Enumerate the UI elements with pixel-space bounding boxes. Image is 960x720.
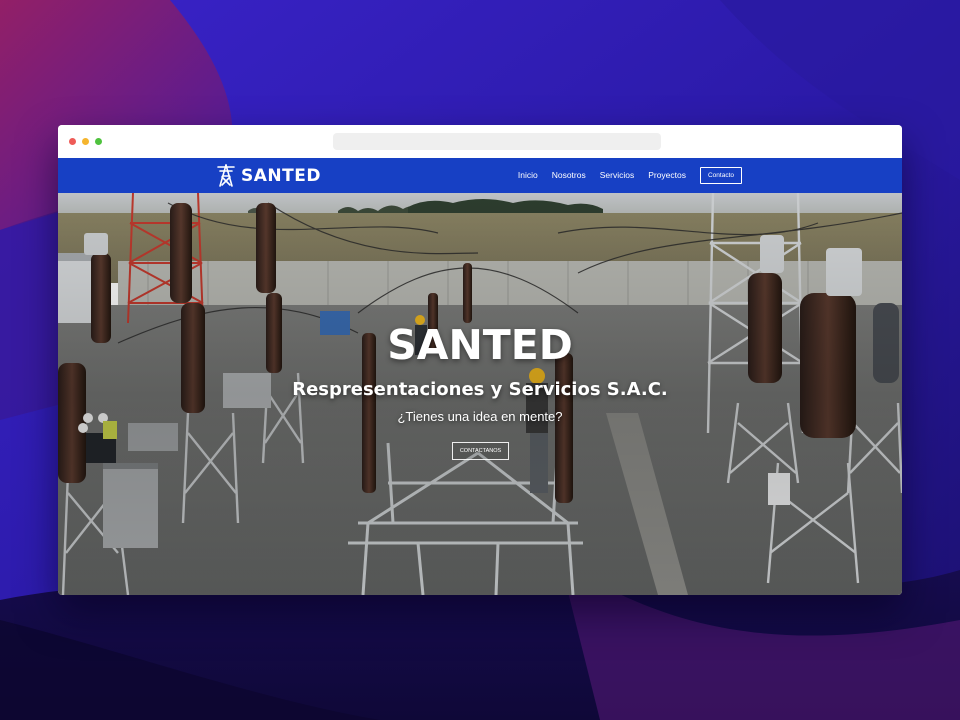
power-tower-icon [217,164,235,187]
address-bar[interactable] [333,133,661,150]
minimize-window-button[interactable] [82,138,89,145]
hero-title: SANTED [387,321,573,369]
close-window-button[interactable] [69,138,76,145]
hero-tagline: ¿Tienes una idea en mente? [397,409,563,424]
nav-link-nosotros[interactable]: Nosotros [552,166,586,184]
site-logo[interactable]: SANTED [216,164,321,187]
maximize-window-button[interactable] [95,138,102,145]
contact-button[interactable]: Contacto [700,166,742,184]
nav-link-proyectos[interactable]: Proyectos [648,166,686,184]
main-nav: Inicio Nosotros Servicios Proyectos Cont… [504,166,742,184]
nav-link-servicios[interactable]: Servicios [600,166,634,184]
site-navbar: SANTED Inicio Nosotros Servicios Proyect… [58,158,902,193]
nav-link-inicio[interactable]: Inicio [518,166,538,184]
browser-toolbar [58,125,902,158]
contact-us-button[interactable]: CONTACTANOS [452,442,509,460]
hero-section: SANTED Respresentaciones y Servicios S.A… [58,193,902,595]
browser-window: SANTED Inicio Nosotros Servicios Proyect… [58,125,902,595]
brand-name: SANTED [241,165,321,186]
hero-subtitle: Respresentaciones y Servicios S.A.C. [292,379,668,400]
